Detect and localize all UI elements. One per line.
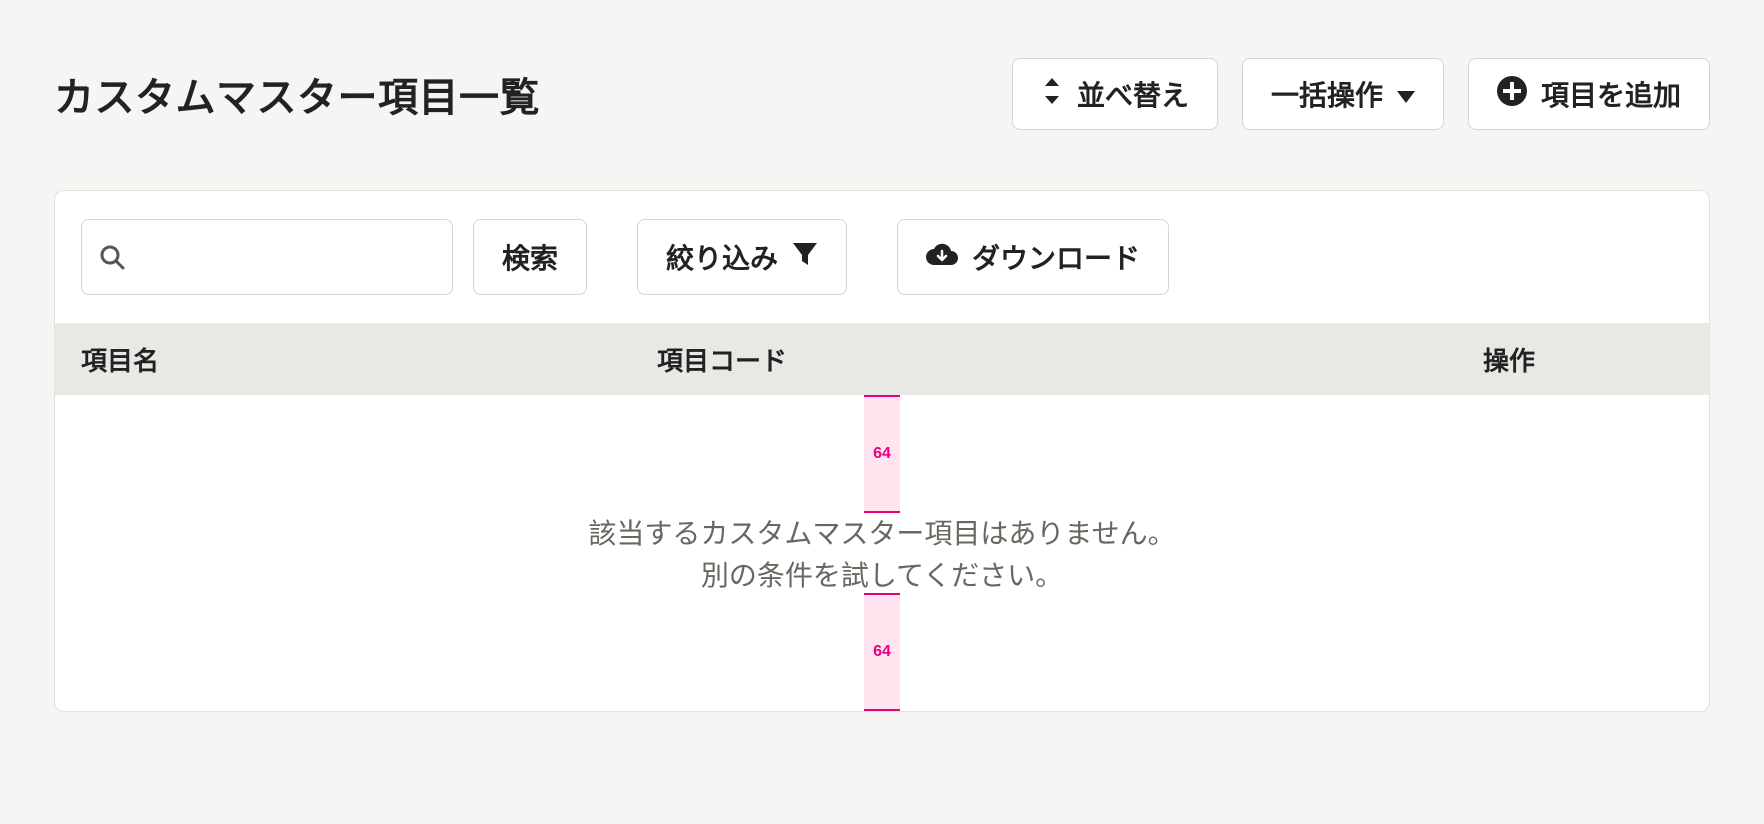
page-header: カスタムマスター項目一覧 並べ替え 一括操作 xyxy=(54,58,1710,130)
filter-button-label: 絞り込み xyxy=(666,237,778,277)
empty-message-line2: 別の条件を試してください。 xyxy=(55,555,1709,597)
search-button[interactable]: 検索 xyxy=(473,219,587,295)
header-actions: 並べ替え 一括操作 項目を追加 xyxy=(1012,58,1710,130)
search-wrap xyxy=(81,219,453,295)
download-button[interactable]: ダウンロード xyxy=(897,219,1169,295)
sort-button[interactable]: 並べ替え xyxy=(1012,58,1218,130)
sort-button-label: 並べ替え xyxy=(1077,74,1189,114)
search-input[interactable] xyxy=(81,219,453,295)
cloud-download-icon xyxy=(926,241,958,274)
empty-state: 64 該当するカスタムマスター項目はありません。 別の条件を試してください。 6… xyxy=(55,395,1709,711)
filter-funnel-icon xyxy=(792,241,818,274)
spacing-indicator-bottom: 64 xyxy=(864,593,900,711)
caret-down-icon xyxy=(1397,78,1415,110)
column-header-action: 操作 xyxy=(1483,341,1683,378)
add-item-label: 項目を追加 xyxy=(1541,74,1681,114)
plus-circle-icon xyxy=(1497,76,1527,113)
spacing-indicator-top: 64 xyxy=(864,395,900,513)
bulk-action-label: 一括操作 xyxy=(1271,74,1383,114)
sort-arrows-icon xyxy=(1041,76,1063,113)
bulk-action-button[interactable]: 一括操作 xyxy=(1242,58,1444,130)
toolbar: 検索 絞り込み ダウンロード xyxy=(55,191,1709,323)
search-button-label: 検索 xyxy=(502,237,558,277)
add-item-button[interactable]: 項目を追加 xyxy=(1468,58,1710,130)
content-card: 検索 絞り込み ダウンロード xyxy=(54,190,1710,712)
empty-message: 該当するカスタムマスター項目はありません。 別の条件を試してください。 xyxy=(55,513,1709,597)
download-button-label: ダウンロード xyxy=(972,237,1140,277)
empty-message-line1: 該当するカスタムマスター項目はありません。 xyxy=(55,513,1709,555)
column-header-code: 項目コード xyxy=(657,341,1483,378)
filter-button[interactable]: 絞り込み xyxy=(637,219,847,295)
page-title: カスタムマスター項目一覧 xyxy=(54,65,540,123)
column-header-name: 項目名 xyxy=(81,341,657,378)
table-header: 項目名 項目コード 操作 xyxy=(55,323,1709,395)
